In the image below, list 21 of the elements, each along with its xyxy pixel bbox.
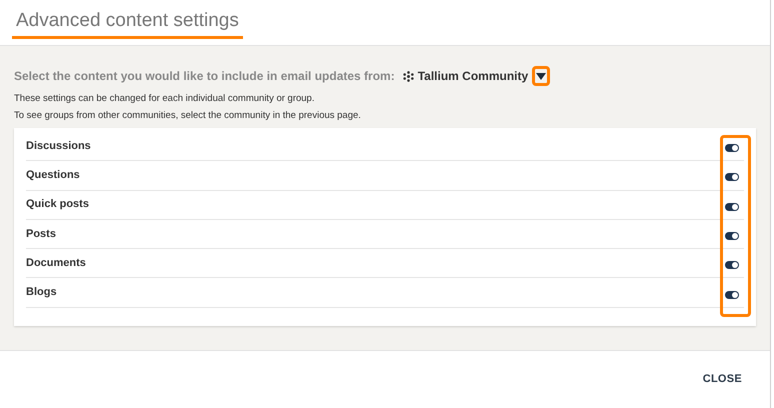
toggle-switch[interactable] xyxy=(725,202,739,211)
setting-label: Documents xyxy=(26,256,86,272)
community-name[interactable]: Tallium Community xyxy=(418,67,528,85)
snowflake-icon xyxy=(402,70,414,82)
prompt-text: Select the content you would like to include in email updates from: xyxy=(14,68,395,85)
dropdown-button[interactable] xyxy=(532,66,550,86)
note-text: These settings can be changed for each individual community or group. xyxy=(14,92,316,106)
setting-label: Discussions xyxy=(26,138,91,154)
toggle-switch[interactable] xyxy=(725,173,739,182)
dialog-title: Advanced content settings xyxy=(12,8,243,39)
toggle-switch[interactable] xyxy=(725,144,739,152)
setting-label: Blogs xyxy=(26,285,57,300)
setting-label: Quick posts xyxy=(26,197,89,212)
toggle-switch[interactable] xyxy=(725,232,739,240)
setting-label: Posts xyxy=(26,226,56,242)
toggle-switch[interactable] xyxy=(725,261,739,270)
caret-icon xyxy=(536,72,546,80)
close-button[interactable]: CLOSE xyxy=(702,371,742,388)
toggle-switch[interactable] xyxy=(725,290,739,299)
note-text: To see groups from other communities, select the community in the previous page. xyxy=(14,109,362,123)
setting-label: Questions xyxy=(26,168,80,184)
